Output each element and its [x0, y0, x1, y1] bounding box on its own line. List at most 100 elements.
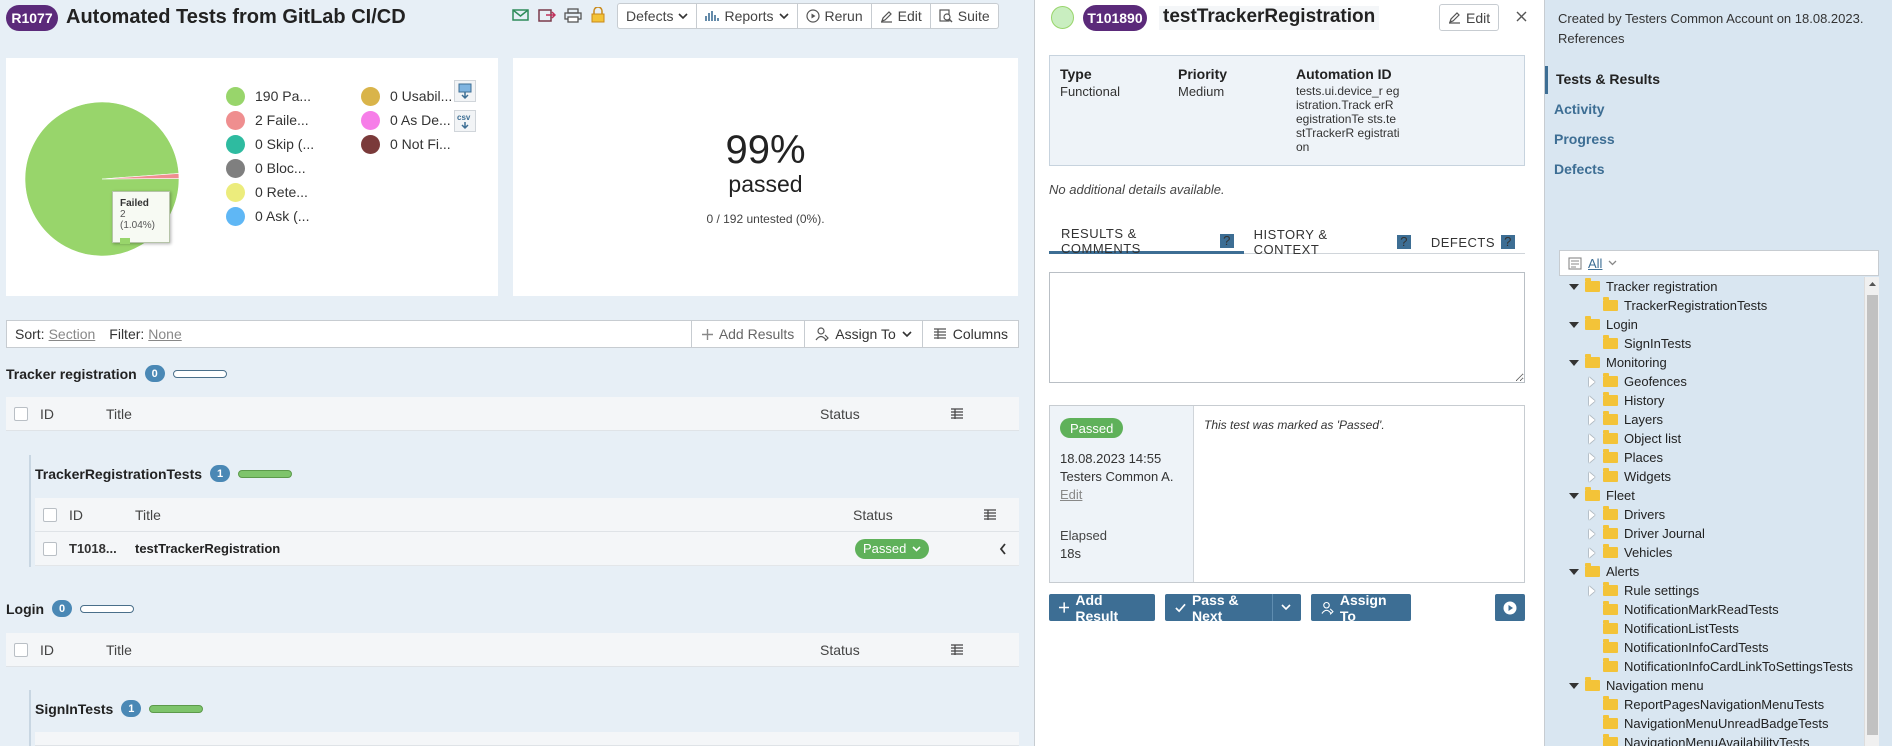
- email-icon[interactable]: [512, 8, 530, 23]
- legend-item[interactable]: 0 As De...: [361, 108, 452, 132]
- section-header[interactable]: SignInTests 1: [35, 700, 204, 717]
- export-icon[interactable]: [538, 8, 557, 23]
- select-all-checkbox[interactable]: [43, 507, 57, 522]
- tab-defects[interactable]: DEFECTS?: [1421, 230, 1525, 254]
- expand-right-icon[interactable]: [1587, 414, 1597, 425]
- column-settings-icon[interactable]: [950, 407, 964, 420]
- section-header[interactable]: Tracker registration 0: [6, 365, 227, 382]
- tree-item[interactable]: Monitoring: [1569, 353, 1667, 372]
- help-icon[interactable]: ?: [1397, 235, 1411, 249]
- expand-right-icon[interactable]: [1587, 471, 1597, 482]
- expand-right-icon[interactable]: [1587, 509, 1597, 520]
- assign-to-button[interactable]: Assign To: [1311, 592, 1411, 624]
- tree-item[interactable]: TrackerRegistrationTests: [1587, 296, 1767, 315]
- tree-item[interactable]: SignInTests: [1587, 334, 1691, 353]
- tree-item[interactable]: Navigation menu: [1569, 676, 1704, 695]
- tree-item[interactable]: Drivers: [1587, 505, 1665, 524]
- expand-down-icon[interactable]: [1569, 568, 1579, 575]
- legend-item[interactable]: 0 Ask (...: [226, 204, 314, 228]
- print-icon[interactable]: [564, 8, 582, 23]
- nav-defects[interactable]: Defects: [1554, 161, 1605, 177]
- nav-progress[interactable]: Progress: [1554, 131, 1615, 147]
- result-edit-link[interactable]: Edit: [1060, 487, 1183, 502]
- tree-item[interactable]: Places: [1587, 448, 1663, 467]
- tree-item[interactable]: NotificationInfoCardLinkToSettingsTests: [1587, 657, 1853, 676]
- filter-link[interactable]: None: [148, 326, 181, 342]
- add-result-button[interactable]: Add Result: [1049, 592, 1155, 624]
- tree-item[interactable]: NotificationMarkReadTests: [1587, 600, 1779, 619]
- tree-item[interactable]: Fleet: [1569, 486, 1635, 505]
- status-dropdown[interactable]: Passed: [855, 538, 930, 559]
- legend-item[interactable]: 0 Bloc...: [226, 156, 314, 180]
- tree-item[interactable]: Object list: [1587, 429, 1681, 448]
- select-all-checkbox[interactable]: [14, 406, 28, 421]
- column-settings-icon[interactable]: [950, 643, 964, 656]
- pass-next-button[interactable]: Pass & Next: [1165, 592, 1301, 624]
- image-export-icon[interactable]: [454, 80, 476, 102]
- tree-item[interactable]: Login: [1569, 315, 1638, 334]
- tree-item[interactable]: NavigationMenuAvailabilityTests: [1587, 733, 1809, 746]
- tab-history-context[interactable]: HISTORY & CONTEXT?: [1244, 227, 1421, 257]
- nav-tests-results[interactable]: Tests & Results: [1556, 71, 1660, 87]
- legend-item[interactable]: 0 Skip (...: [226, 132, 314, 156]
- select-all-checkbox[interactable]: [14, 642, 28, 657]
- legend-item[interactable]: 0 Not Fi...: [361, 132, 452, 156]
- tree-item[interactable]: History: [1587, 391, 1664, 410]
- lock-icon[interactable]: [590, 6, 606, 23]
- section-header[interactable]: Login 0: [6, 600, 135, 617]
- tree-item[interactable]: Driver Journal: [1587, 524, 1705, 543]
- expand-down-icon[interactable]: [1569, 283, 1579, 290]
- tree-item[interactable]: Geofences: [1587, 372, 1687, 391]
- tree-item[interactable]: Vehicles: [1587, 543, 1672, 562]
- legend-item[interactable]: 0 Rete...: [226, 180, 314, 204]
- tree-item[interactable]: NavigationMenuUnreadBadgeTests: [1587, 714, 1829, 733]
- tree-item[interactable]: Layers: [1587, 410, 1663, 429]
- expand-down-icon[interactable]: [1569, 359, 1579, 366]
- expand-down-icon[interactable]: [1569, 682, 1579, 689]
- legend-item[interactable]: 0 Usabil...: [361, 84, 452, 108]
- tree-item[interactable]: Tracker registration: [1569, 277, 1718, 296]
- reports-dropdown[interactable]: Reports: [697, 3, 798, 29]
- expand-right-icon[interactable]: [1587, 452, 1597, 463]
- edit-test-button[interactable]: Edit: [1439, 4, 1500, 31]
- expand-right-icon[interactable]: [1587, 376, 1597, 387]
- chevron-down-icon[interactable]: [1608, 260, 1617, 266]
- expand-right-icon[interactable]: [1587, 528, 1597, 539]
- expand-down-icon[interactable]: [1569, 321, 1579, 328]
- close-icon[interactable]: [1516, 11, 1527, 22]
- tree-item[interactable]: NotificationListTests: [1587, 619, 1739, 638]
- next-play-button[interactable]: [1495, 594, 1525, 621]
- chevron-down-icon[interactable]: [1281, 604, 1291, 611]
- tab-results-comments[interactable]: RESULTS & COMMENTS?: [1049, 226, 1244, 256]
- edit-run-button[interactable]: Edit: [871, 3, 931, 29]
- suite-button[interactable]: Suite: [930, 3, 999, 29]
- row-checkbox[interactable]: [43, 541, 57, 556]
- comment-textarea[interactable]: [1049, 272, 1525, 383]
- rerun-button[interactable]: Rerun: [797, 3, 872, 29]
- scroll-up-icon[interactable]: [1865, 278, 1880, 290]
- expand-right-icon[interactable]: [1587, 433, 1597, 444]
- help-icon[interactable]: ?: [1220, 233, 1234, 248]
- expand-down-icon[interactable]: [1569, 492, 1579, 499]
- expand-right-icon[interactable]: [1587, 585, 1597, 596]
- sort-link[interactable]: Section: [49, 326, 96, 342]
- test-title-link[interactable]: testTrackerRegistration: [135, 541, 855, 556]
- tree-item[interactable]: ReportPagesNavigationMenuTests: [1587, 695, 1824, 714]
- tree-item[interactable]: NotificationInfoCardTests: [1587, 638, 1769, 657]
- tree-filter-link[interactable]: All: [1588, 256, 1602, 271]
- csv-export-icon[interactable]: csv: [454, 110, 476, 132]
- help-icon[interactable]: ?: [1501, 235, 1515, 249]
- table-row[interactable]: T1018... testTrackerRegistration Passed: [35, 532, 1019, 566]
- expand-right-icon[interactable]: [1587, 547, 1597, 558]
- legend-item[interactable]: 190 Pa...: [226, 84, 314, 108]
- tree-item[interactable]: Rule settings: [1587, 581, 1699, 600]
- section-header[interactable]: TrackerRegistrationTests 1: [35, 465, 293, 482]
- add-results-button[interactable]: Add Results: [690, 321, 804, 347]
- tree-item[interactable]: Alerts: [1569, 562, 1639, 581]
- assign-to-dropdown[interactable]: Assign To: [804, 321, 921, 347]
- tree-scrollbar[interactable]: [1864, 277, 1879, 746]
- tree-item[interactable]: Widgets: [1587, 467, 1671, 486]
- scroll-thumb[interactable]: [1867, 295, 1878, 735]
- column-settings-icon[interactable]: [983, 508, 997, 521]
- defects-dropdown[interactable]: Defects: [617, 3, 698, 29]
